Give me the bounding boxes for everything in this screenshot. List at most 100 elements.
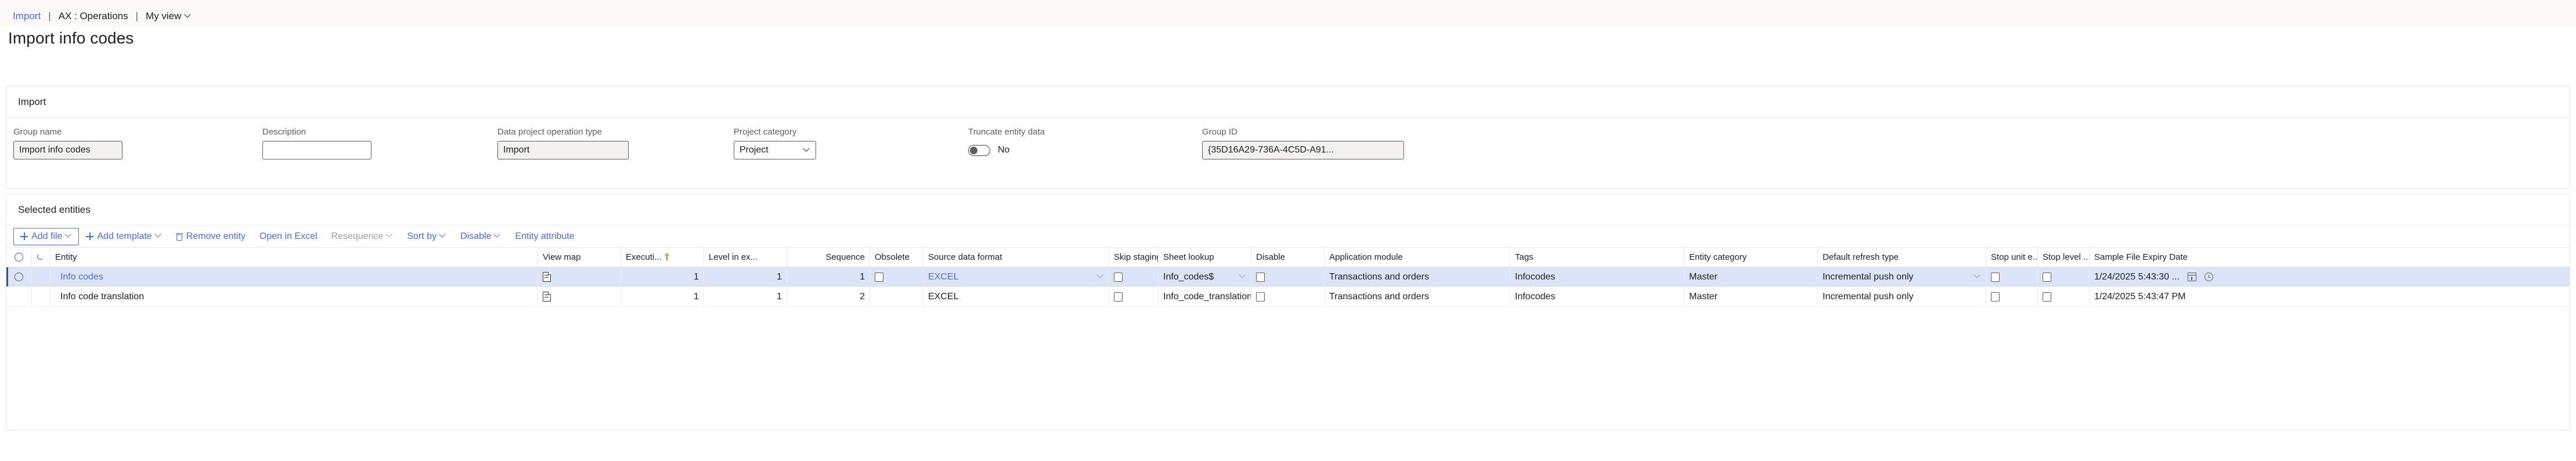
cell-sheet-lookup[interactable]: Info_codes$	[1159, 267, 1251, 286]
cell-obsolete[interactable]	[870, 267, 923, 286]
operation-type-input[interactable]: Import	[497, 141, 629, 159]
remove-entity-label: Remove entity	[186, 231, 246, 241]
cell-view-map[interactable]	[538, 287, 621, 306]
map-document-icon[interactable]	[543, 292, 551, 302]
cell-entity-category[interactable]: Master	[1684, 287, 1818, 306]
cell-tags[interactable]: Infocodes	[1510, 287, 1684, 306]
group-name-input[interactable]: Import info codes	[13, 141, 122, 159]
cell-sequence[interactable]: 1	[787, 267, 870, 286]
truncate-toggle[interactable]	[968, 144, 990, 156]
cell-entity-category[interactable]: Master	[1684, 267, 1818, 286]
chevron-down-icon	[804, 146, 810, 153]
add-file-button[interactable]: Add file	[13, 227, 80, 245]
col-header-skip-staging[interactable]: Skip staging	[1109, 248, 1159, 267]
sort-by-label: Sort by	[407, 231, 437, 241]
description-input[interactable]	[262, 141, 371, 159]
col-header-disable[interactable]: Disable	[1251, 248, 1325, 267]
remove-entity-button[interactable]: Remove entity	[169, 228, 252, 245]
project-category-select[interactable]: Project	[734, 141, 816, 159]
checkbox-icon[interactable]	[1991, 292, 2000, 302]
col-header-stop-unit-e[interactable]: Stop unit e...	[1986, 248, 2038, 267]
field-project-category: Project category Project	[734, 127, 816, 159]
row-refresh-cell	[32, 267, 50, 286]
checkbox-icon[interactable]	[1114, 292, 1123, 302]
breadcrumb-link-import[interactable]: Import	[13, 10, 41, 22]
sort-by-button[interactable]: Sort by	[400, 228, 453, 245]
plus-icon	[20, 233, 28, 240]
cell-source-data-format[interactable]: EXCEL	[923, 267, 1109, 286]
col-header-obsolete[interactable]: Obsolete	[870, 248, 923, 267]
cell-level-in-execution[interactable]: 1	[704, 287, 787, 306]
open-in-excel-button[interactable]: Open in Excel	[252, 228, 324, 245]
cell-obsolete[interactable]	[870, 287, 923, 306]
col-header-tags[interactable]: Tags	[1510, 248, 1684, 267]
col-header-sequence[interactable]: Sequence	[787, 248, 870, 267]
checkbox-icon[interactable]	[2043, 272, 2051, 282]
col-header-sample-file-expiry-date[interactable]: Sample File Expiry Date	[2090, 248, 2339, 267]
selected-entities-header: Selected entities	[6, 194, 2570, 226]
checkbox-icon[interactable]	[1991, 272, 2000, 282]
row-select-radio-cell[interactable]	[6, 267, 32, 286]
truncate-toggle-value: No	[998, 145, 1010, 155]
cell-sample-file-expiry-date[interactable]: 1/24/2025 5:43:30 ...	[2090, 267, 2339, 286]
col-header-level-in-execution[interactable]: Level in ex...	[704, 248, 787, 267]
cell-stop-level[interactable]	[2038, 287, 2090, 306]
col-header-source-data-format[interactable]: Source data format	[923, 248, 1109, 267]
cell-entity[interactable]: Info code translation	[50, 287, 538, 306]
entity-attribute-button[interactable]: Entity attribute	[508, 228, 581, 245]
table-row[interactable]: Info code translation 1 1 2 EXCEL Info_c…	[6, 287, 2570, 307]
cell-sheet-lookup[interactable]: Info_code_translation$	[1159, 287, 1251, 306]
cell-application-module[interactable]: Transactions and orders	[1325, 287, 1510, 306]
breadcrumb-view-selector[interactable]: My view	[146, 10, 192, 22]
cell-stop-level[interactable]	[2038, 267, 2090, 286]
disable-button[interactable]: Disable	[453, 228, 508, 245]
map-document-icon[interactable]	[543, 272, 551, 282]
truncate-label: Truncate entity data	[968, 127, 1045, 137]
breadcrumb-separator-2: |	[135, 10, 139, 21]
col-header-default-refresh-type[interactable]: Default refresh type	[1818, 248, 1986, 267]
header-refresh[interactable]	[32, 248, 50, 267]
grid-header-row: Entity View map Executi... Level in ex..…	[6, 248, 2570, 267]
checkbox-icon[interactable]	[2043, 292, 2051, 302]
table-row[interactable]: Info codes 1 1 1 EXCEL Info_codes$ Trans…	[6, 267, 2570, 287]
add-template-button[interactable]: Add template	[79, 228, 168, 245]
cell-level-in-execution[interactable]: 1	[704, 267, 787, 286]
cell-tags[interactable]: Infocodes	[1510, 267, 1684, 286]
cell-sequence[interactable]: 2	[787, 287, 870, 306]
col-header-stop-level[interactable]: Stop level ...	[2038, 248, 2090, 267]
cell-execution-unit[interactable]: 1	[621, 267, 704, 286]
cell-source-data-format[interactable]: EXCEL	[923, 287, 1109, 306]
calendar-icon[interactable]	[2187, 273, 2196, 281]
checkbox-icon[interactable]	[1256, 272, 1265, 282]
header-select-all[interactable]	[6, 248, 32, 267]
group-id-input[interactable]: {35D16A29-736A-4C5D-A91...	[1202, 141, 1404, 159]
clock-icon[interactable]	[2204, 273, 2213, 281]
cell-execution-unit[interactable]: 1	[621, 287, 704, 306]
cell-disable[interactable]	[1251, 287, 1325, 306]
checkbox-icon[interactable]	[1256, 292, 1265, 302]
field-truncate-entity-data: Truncate entity data No	[968, 127, 1119, 159]
field-group-name: Group name Import info codes	[13, 127, 122, 159]
col-header-application-module[interactable]: Application module	[1325, 248, 1510, 267]
group-name-label: Group name	[13, 127, 62, 137]
cell-sample-file-expiry-date[interactable]: 1/24/2025 5:43:47 PM	[2090, 287, 2339, 306]
cell-application-module[interactable]: Transactions and orders	[1325, 267, 1510, 286]
radio-icon[interactable]	[15, 273, 23, 281]
cell-skip-staging[interactable]	[1109, 287, 1159, 306]
cell-default-refresh-type[interactable]: Incremental push only	[1818, 267, 1986, 286]
cell-stop-unit-e[interactable]	[1986, 287, 2038, 306]
cell-entity[interactable]: Info codes	[50, 267, 538, 286]
col-header-entity-category[interactable]: Entity category	[1684, 248, 1818, 267]
row-select-radio-cell[interactable]	[6, 287, 32, 306]
cell-default-refresh-type[interactable]: Incremental push only	[1818, 287, 1986, 306]
checkbox-icon[interactable]	[875, 272, 883, 282]
col-header-view-map[interactable]: View map	[538, 248, 621, 267]
col-header-execution-unit[interactable]: Executi...	[621, 248, 704, 267]
cell-view-map[interactable]	[538, 267, 621, 286]
col-header-entity[interactable]: Entity	[50, 248, 538, 267]
checkbox-icon[interactable]	[1114, 272, 1123, 282]
cell-stop-unit-e[interactable]	[1986, 267, 2038, 286]
cell-disable[interactable]	[1251, 267, 1325, 286]
col-header-sheet-lookup[interactable]: Sheet lookup	[1159, 248, 1251, 267]
cell-skip-staging[interactable]	[1109, 267, 1159, 286]
